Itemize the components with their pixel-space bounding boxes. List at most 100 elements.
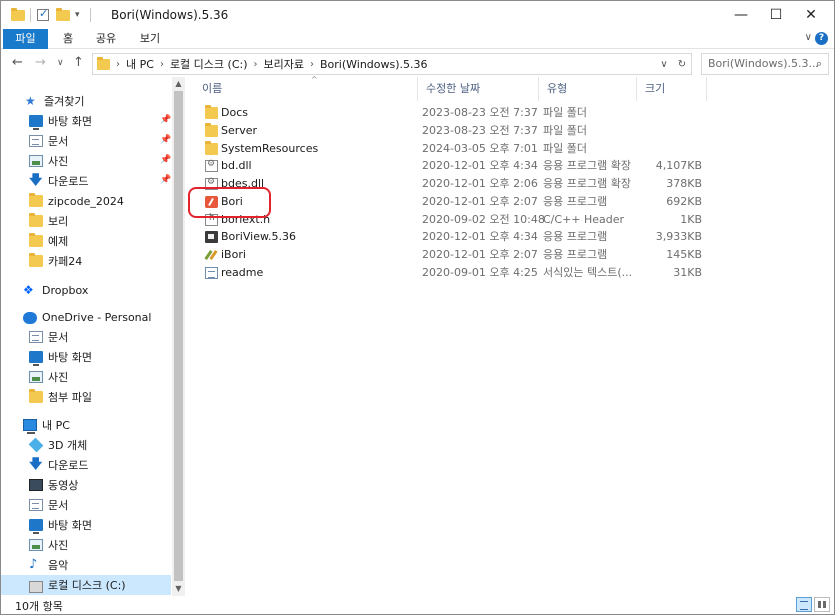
nav-videos[interactable]: 동영상 [1,475,171,495]
nav-dropbox[interactable]: ❖ Dropbox [1,280,171,300]
file-row-bd-dll[interactable]: bd.dll 2020-12-01 오후 4:34 응용 프로그램 확장 4,1… [199,157,704,175]
nav-onedrive[interactable]: OneDrive - Personal [1,307,171,327]
back-arrow-icon[interactable]: ← [12,55,23,70]
column-header-type[interactable]: 유형 [539,77,637,101]
column-header-name[interactable]: 이름 ^ [194,75,418,101]
address-bar[interactable]: › 내 PC › 로컬 디스크 (C:) › 보리자료 › Bori(Windo… [92,53,692,75]
nav-bori[interactable]: 보리 [1,211,171,231]
details-view-button[interactable] [796,597,812,612]
file-row-boriext-h[interactable]: boriext.h 2020-09-02 오전 10:48 C/C++ Head… [199,211,704,229]
tab-view[interactable]: 보기 [133,29,167,49]
search-icon[interactable]: ⌕ [816,54,822,74]
nav-zipcode-2024[interactable]: zipcode_2024 [1,191,171,211]
nav-music[interactable]: ♪ 음악 [1,555,171,575]
nav-onedrive-desktop[interactable]: 바탕 화면 [1,347,171,367]
breadcrumb-current-folder[interactable]: Bori(Windows).5.36 [320,58,428,71]
file-row-ibori[interactable]: iBori 2020-12-01 오후 2:07 응용 프로그램 145KB [199,246,704,264]
ibori-app-icon [205,249,218,261]
pin-icon[interactable]: 📌 [160,175,171,185]
file-size: 145KB [666,248,702,261]
file-date: 2020-12-01 오후 2:07 [422,195,538,208]
nav-this-pc[interactable]: 내 PC [1,415,171,435]
video-icon [29,479,43,491]
file-row-server[interactable]: Server 2023-08-23 오전 7:37 파일 폴더 [199,122,704,140]
breadcrumb-chevron-icon[interactable]: › [254,59,258,70]
nav-3d-objects[interactable]: 3D 개체 [1,435,171,455]
nav-pc-desktop[interactable]: 바탕 화면 [1,515,171,535]
picture-icon [29,371,43,383]
nav-pictures[interactable]: 사진 [1,151,171,171]
file-row-docs[interactable]: Docs 2023-08-23 오전 7:37 파일 폴더 [199,104,704,122]
title-bar: ▾ Bori(Windows).5.36 — ☐ ✕ [1,1,834,29]
music-icon: ♪ [29,557,38,572]
new-folder-icon[interactable] [56,7,70,23]
pin-icon[interactable]: 📌 [160,155,171,165]
nav-pane-scrollbar[interactable]: ▲ ▼ [172,77,185,596]
file-date: 2020-09-01 오후 4:25 [422,266,538,279]
refresh-icon[interactable]: ↻ [673,59,691,70]
separator [90,7,91,23]
nav-downloads[interactable]: 🡇 다운로드 [1,171,171,191]
desktop-icon [29,115,43,130]
onedrive-icon [23,312,37,324]
nav-onedrive-documents[interactable]: 문서 [1,327,171,347]
help-icon[interactable]: ? [815,32,828,45]
file-row-bori[interactable]: Bori 2020-12-01 오후 2:07 응용 프로그램 692KB [199,193,704,211]
nav-onedrive-pictures[interactable]: 사진 [1,367,171,387]
column-header-date[interactable]: 수정한 날짜 [418,77,539,101]
search-box[interactable]: Bori(Windows).5.3... ⌕ [701,53,829,75]
scrollbar-thumb[interactable] [174,91,183,581]
properties-check-icon[interactable] [37,7,49,23]
file-name: readme [221,266,264,279]
nav-local-disk-c[interactable]: 로컬 디스크 (C:) [1,575,171,595]
status-bar: 10개 항목 [1,596,834,614]
nav-pc-pictures[interactable]: 사진 [1,535,171,555]
file-name: Docs [221,106,248,119]
file-name: SystemResources [221,142,319,155]
file-row-readme[interactable]: readme 2020-09-01 오후 4:25 서식있는 텍스트(... 3… [199,264,704,282]
file-row-bdes-dll[interactable]: bdes.dll 2020-12-01 오후 2:06 응용 프로그램 확장 3… [199,175,704,193]
folder-icon [205,105,218,119]
nav-documents[interactable]: 문서 [1,131,171,151]
nav-cafe24[interactable]: 카페24 [1,251,171,271]
breadcrumb-local-disk[interactable]: 로컬 디스크 (C:) [170,56,248,72]
boriview-app-icon [205,231,218,243]
column-header-size[interactable]: 크기 [637,77,707,101]
dll-icon [205,159,218,172]
nav-onedrive-attachments[interactable]: 첨부 파일 [1,387,171,407]
separator [30,7,31,23]
address-dropdown-icon[interactable]: ∨ [655,59,673,70]
file-row-systemresources[interactable]: SystemResources 2024-03-05 오후 7:01 파일 폴더 [199,140,704,158]
up-arrow-icon[interactable]: ↑ [73,55,84,70]
pin-icon[interactable]: 📌 [160,115,171,125]
file-list: 이름 ^ 수정한 날짜 유형 크기 Docs 2023-08-23 오전 7:3… [186,75,834,596]
scroll-up-icon[interactable]: ▲ [172,77,185,91]
file-type: C/C++ Header [543,213,625,226]
large-icons-view-button[interactable] [814,597,830,612]
tab-share[interactable]: 공유 [89,29,123,49]
breadcrumb-this-pc[interactable]: 내 PC [126,56,154,72]
forward-arrow-icon[interactable]: → [35,55,46,70]
scroll-down-icon[interactable]: ▼ [172,582,185,596]
file-size [639,140,702,158]
nav-examples[interactable]: 예제 [1,231,171,251]
breadcrumb-chevron-icon[interactable]: › [116,59,120,70]
nav-pc-documents[interactable]: 문서 [1,495,171,515]
folder-icon [97,56,110,70]
pin-icon[interactable]: 📌 [160,135,171,145]
quick-access-dropdown-icon[interactable]: ▾ [75,7,80,23]
nav-pc-downloads[interactable]: 🡇 다운로드 [1,455,171,475]
file-name: BoriView.5.36 [221,230,296,243]
breadcrumb-bori-data[interactable]: 보리자료 [264,56,304,72]
tab-home[interactable]: 홈 [54,29,82,49]
file-size [639,104,702,122]
nav-desktop[interactable]: 바탕 화면 [1,111,171,131]
file-row-boriview[interactable]: BoriView.5.36 2020-12-01 오후 4:34 응용 프로그램… [199,228,704,246]
close-button[interactable]: ✕ [788,1,834,29]
explorer-window: ▾ Bori(Windows).5.36 — ☐ ✕ 파일 홈 공유 보기 ∨ … [0,0,835,615]
breadcrumb-chevron-icon[interactable]: › [160,59,164,70]
tab-file[interactable]: 파일 [3,29,48,49]
expand-ribbon-icon[interactable]: ∨ [805,32,812,43]
recent-locations-icon[interactable]: ∨ [57,58,64,68]
nav-quick-access[interactable]: ★ 즐겨찾기 [1,91,171,111]
